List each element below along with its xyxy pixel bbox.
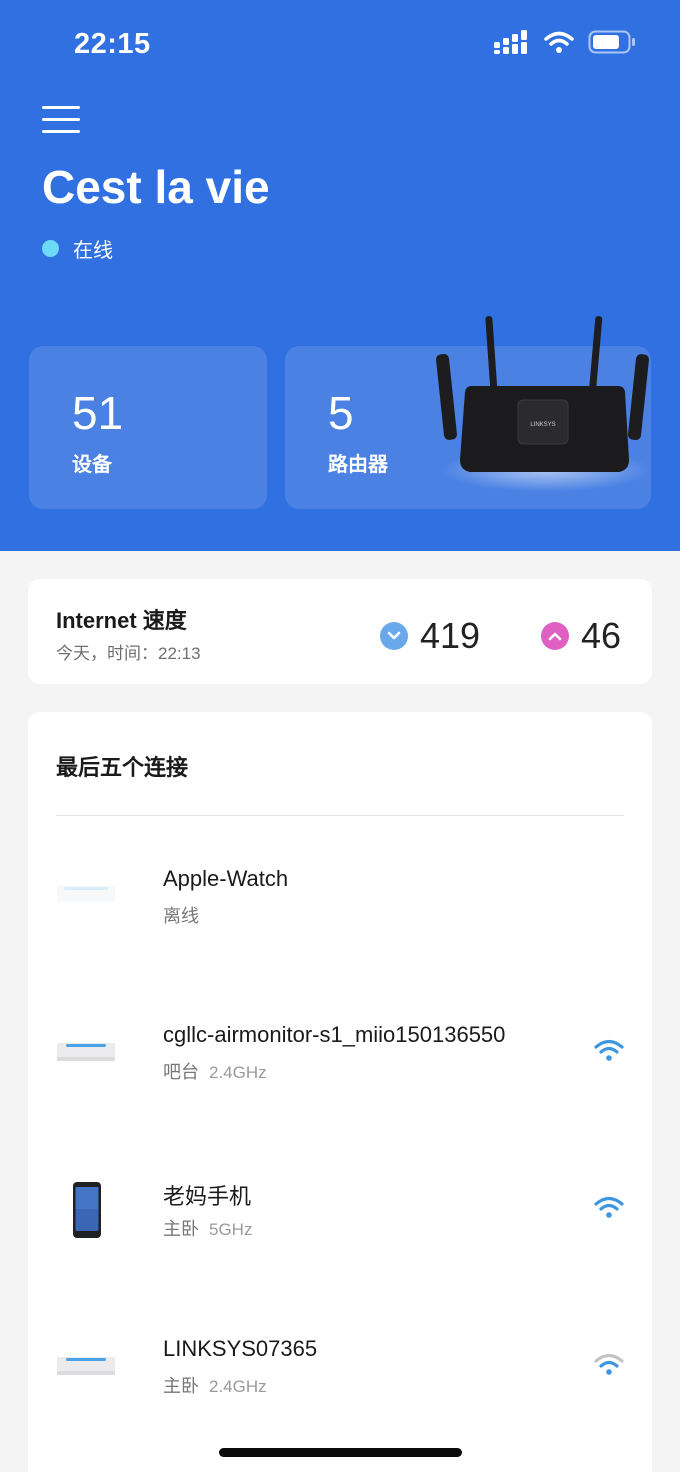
device-status: 离线	[163, 902, 199, 928]
wifi-status-icon	[544, 31, 574, 53]
puck-device-icon	[57, 1357, 115, 1375]
devices-count: 51	[72, 387, 124, 439]
battery-icon	[588, 30, 635, 54]
upload-speed-value: 46	[581, 615, 622, 656]
network-status: 在线	[42, 234, 113, 263]
device-name: LINKSYS07365	[163, 1336, 318, 1361]
device-name: 老妈手机	[163, 1184, 252, 1209]
download-speed-value: 419	[420, 615, 481, 656]
divider	[56, 815, 624, 816]
list-item[interactable]: Apple-Watch 离线	[28, 866, 652, 986]
network-name: Cest la vie	[42, 161, 270, 213]
routers-count: 5	[328, 387, 354, 439]
device-location: 吧台	[163, 1062, 199, 1082]
upload-speed: 46	[541, 615, 621, 657]
device-name: cgllc-airmonitor-s1_miio150136550	[163, 1022, 506, 1047]
router-brand-label: LINKSYS	[530, 422, 555, 428]
online-dot-icon	[42, 240, 59, 257]
status-icons	[494, 30, 636, 54]
device-band: 2.4GHz	[209, 1377, 267, 1396]
phone-icon	[73, 1182, 101, 1238]
device-location: 离线	[163, 906, 199, 926]
device-location: 主卧	[163, 1376, 199, 1396]
app-header: 22:15 Cest la vie 在线 51 设备 5 路由器 LINKSYS	[0, 0, 680, 551]
devices-label: 设备	[72, 454, 112, 476]
recent-connections-card: 最后五个连接 Apple-Watch 离线 cgllc-airmonitor-s…	[28, 712, 652, 1472]
signal-icon	[494, 30, 527, 54]
internet-speed-card[interactable]: Internet 速度 今天，时间：22:13 419 46	[28, 579, 652, 684]
network-status-label: 在线	[73, 240, 113, 262]
list-item[interactable]: 老妈手机 主卧 5GHz	[28, 1179, 652, 1299]
download-speed: 419	[380, 615, 480, 657]
home-indicator[interactable]	[219, 1448, 462, 1457]
menu-bar-icon	[42, 118, 80, 121]
speed-title: Internet 速度	[56, 608, 187, 633]
device-band: 5GHz	[209, 1220, 253, 1239]
wifi-strong-icon	[594, 1039, 624, 1061]
devices-card[interactable]: 51 设备	[29, 346, 267, 509]
upload-arrow-icon	[541, 622, 569, 650]
device-details: 主卧 5GHz	[163, 1215, 252, 1241]
download-arrow-icon	[380, 622, 408, 650]
list-item[interactable]: cgllc-airmonitor-s1_miio150136550 吧台 2.4G…	[28, 1022, 652, 1142]
speed-timestamp: 今天，时间：22:13	[56, 644, 201, 663]
router-image-icon: LINKSYS	[436, 316, 651, 492]
recent-connections-title: 最后五个连接	[56, 755, 189, 780]
list-item[interactable]: LINKSYS07365 主卧 2.4GHz	[28, 1336, 652, 1456]
wifi-weak-icon	[594, 1353, 624, 1375]
puck-device-icon	[57, 886, 115, 902]
status-time: 22:15	[74, 28, 151, 60]
device-details: 吧台 2.4GHz	[163, 1058, 267, 1084]
device-band: 2.4GHz	[209, 1063, 267, 1082]
wifi-strong-icon	[594, 1196, 624, 1218]
puck-device-icon	[57, 1043, 115, 1061]
menu-bar-icon	[42, 130, 80, 133]
device-details: 主卧 2.4GHz	[163, 1372, 267, 1398]
device-name: Apple-Watch	[163, 866, 289, 891]
menu-button[interactable]	[42, 106, 80, 134]
routers-label: 路由器	[328, 454, 388, 476]
menu-bar-icon	[42, 106, 80, 109]
device-location: 主卧	[163, 1219, 199, 1239]
